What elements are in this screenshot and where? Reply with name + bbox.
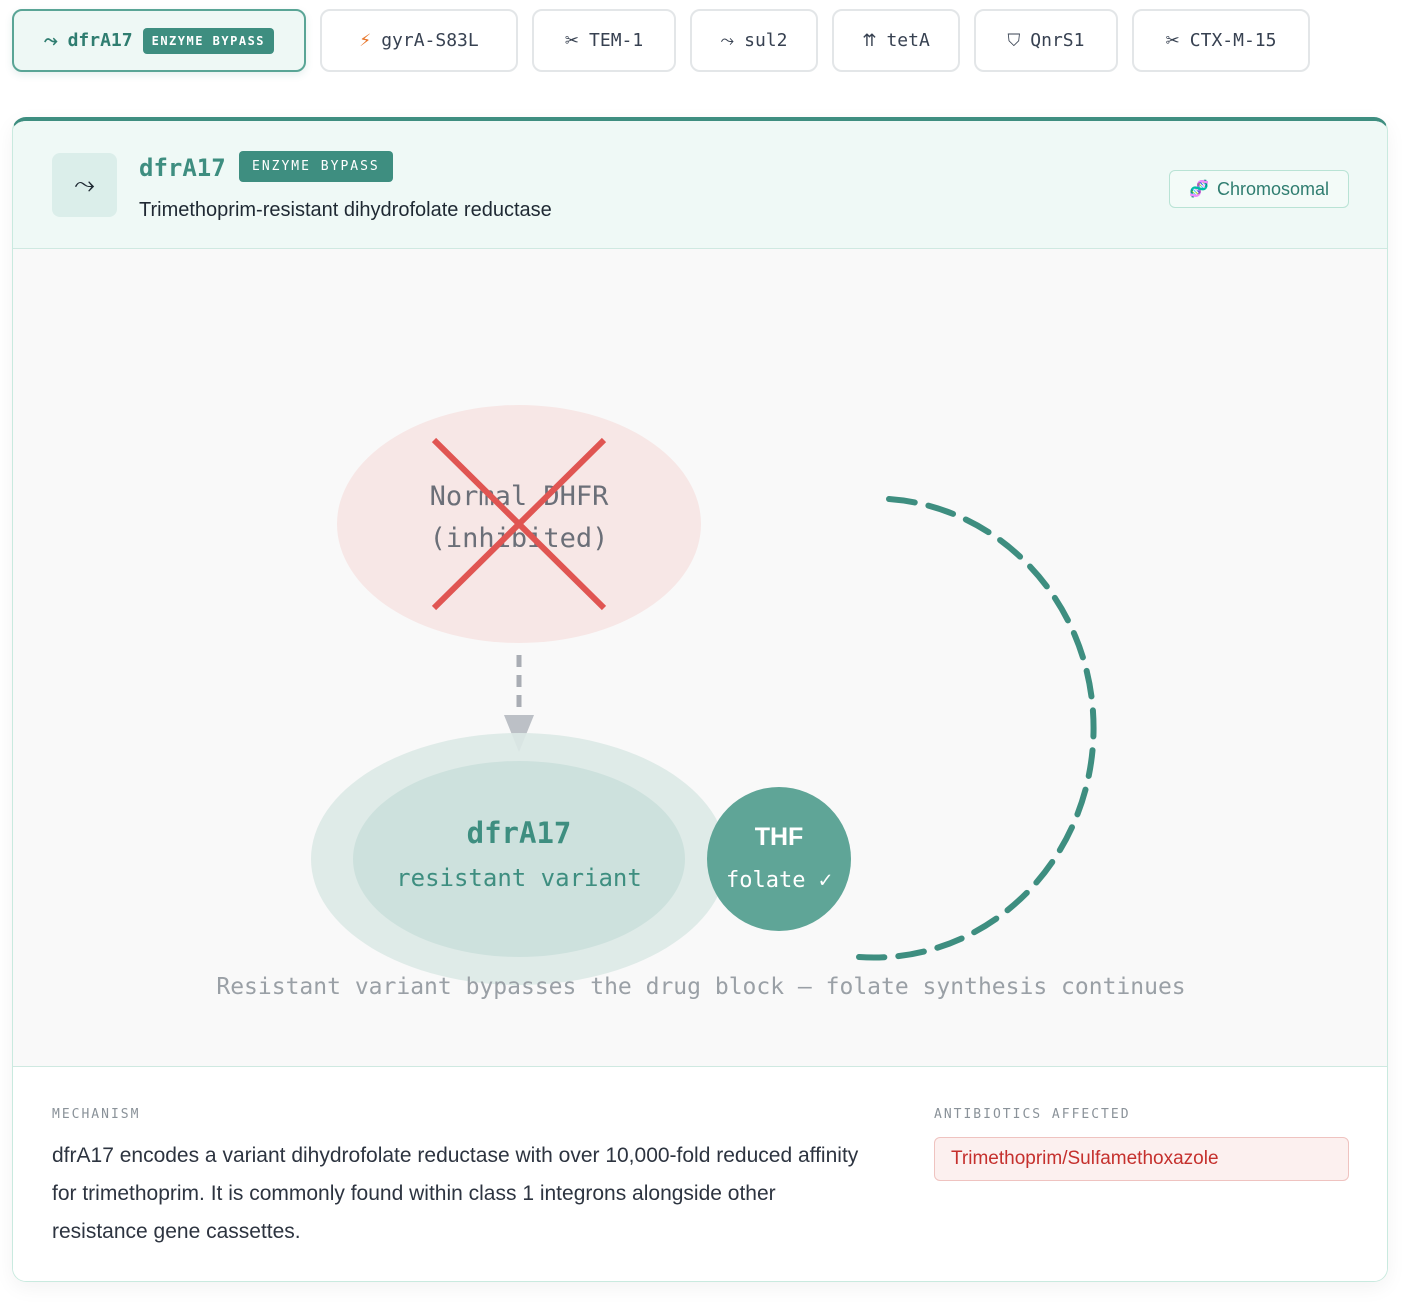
scissors-icon: ✂ — [1165, 30, 1180, 51]
variant-name-label: dfrA17 — [467, 816, 572, 850]
synthesis-cycle-arc — [856, 496, 1097, 961]
mechanism-description: dfrA17 encodes a variant dihydrofolate r… — [52, 1144, 859, 1243]
scissors-icon: ✂ — [564, 30, 580, 51]
tab-label: gyrA-S83L — [381, 30, 479, 51]
tab-label: QnrS1 — [1030, 30, 1085, 51]
mechanism-badge: ENZYME BYPASS — [239, 151, 393, 182]
tab-teta[interactable]: ⇈ tetA — [832, 9, 960, 72]
mechanism-heading: MECHANISM — [52, 1107, 141, 1122]
inhibited-enzyme-label: Normal DHFR — [430, 481, 610, 512]
gene-name: dfrA17 — [139, 154, 226, 182]
antibiotic-chip: Trimethoprim/Sulfamethoxazole — [934, 1137, 1349, 1181]
thf-product-circle — [707, 787, 851, 931]
bypass-arrow-icon: ⤳ — [720, 30, 735, 51]
gene-header: ⤳ dfrA17 ENZYME BYPASS Trimethoprim-resi… — [13, 121, 1387, 249]
tab-mechanism-badge: ENZYME BYPASS — [142, 27, 275, 54]
folate-status-label: folate ✓ — [726, 868, 832, 893]
bypass-arrow-icon: ⤳ — [74, 169, 95, 199]
gene-description: Trimethoprim-resistant dihydrofolate red… — [139, 199, 552, 221]
dna-icon: 🧬 — [1189, 181, 1209, 198]
bypass-arrow-icon: ⤳ — [43, 30, 58, 51]
gene-detail-card: ⤳ dfrA17 ENZYME BYPASS Trimethoprim-resi… — [12, 117, 1388, 1282]
efflux-arrows-icon: ⇈ — [862, 30, 877, 51]
variant-enzyme-ellipse — [353, 761, 685, 957]
tab-label: TEM-1 — [589, 30, 644, 51]
location-label: Chromosomal — [1216, 178, 1329, 199]
tab-label: dfrA17 — [67, 30, 133, 51]
lightning-icon: ⚡ — [359, 30, 372, 51]
gene-tab-bar: ⤳ dfrA17 ENZYME BYPASS ⚡ gyrA-S83L ✂ TEM… — [12, 9, 1310, 72]
mechanism-diagram: Normal DHFR (inhibited) dfrA17 resistant… — [13, 249, 1387, 1067]
tab-dfra17[interactable]: ⤳ dfrA17 ENZYME BYPASS — [12, 9, 306, 72]
gene-icon-box: ⤳ — [52, 153, 117, 217]
location-badge: 🧬 Chromosomal — [1169, 170, 1349, 208]
tab-label: sul2 — [744, 30, 788, 51]
tab-sul2[interactable]: ⤳ sul2 — [690, 9, 818, 72]
antibiotics-heading: ANTIBIOTICS AFFECTED — [934, 1107, 1131, 1122]
variant-type-label: resistant variant — [396, 864, 642, 892]
tab-gyra-s83l[interactable]: ⚡ gyrA-S83L — [320, 9, 518, 72]
tab-qnrs1[interactable]: ⛉ QnrS1 — [974, 9, 1118, 72]
tab-label: CTX-M-15 — [1189, 30, 1277, 51]
tab-label: tetA — [886, 30, 930, 51]
tab-tem-1[interactable]: ✂ TEM-1 — [532, 9, 676, 72]
gene-details-section: MECHANISM dfrA17 encodes a variant dihyd… — [13, 1067, 1387, 1281]
thf-product-label: THF — [755, 823, 804, 851]
mechanism-diagram-svg: Normal DHFR (inhibited) dfrA17 resistant… — [216, 405, 1186, 1000]
tab-ctx-m-15[interactable]: ✂ CTX-M-15 — [1132, 9, 1310, 72]
shield-icon: ⛉ — [1007, 30, 1021, 51]
diagram-caption: Resistant variant bypasses the drug bloc… — [216, 974, 1185, 1000]
